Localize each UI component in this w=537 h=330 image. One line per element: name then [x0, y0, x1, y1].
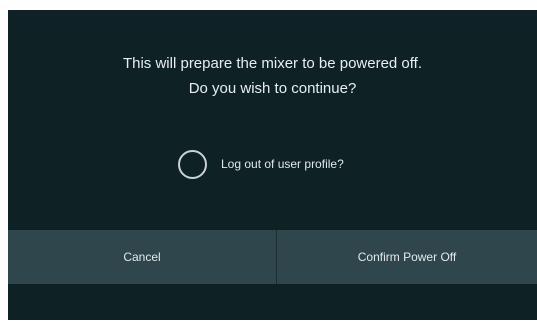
- cancel-button[interactable]: Cancel: [8, 230, 276, 284]
- power-off-dialog: This will prepare the mixer to be powere…: [8, 10, 537, 320]
- logout-option-label: Log out of user profile?: [221, 157, 344, 171]
- logout-radio-button[interactable]: [178, 149, 207, 179]
- dialog-message: This will prepare the mixer to be powere…: [8, 51, 537, 101]
- confirm-power-off-button[interactable]: Confirm Power Off: [277, 230, 537, 284]
- message-line-2: Do you wish to continue?: [188, 80, 357, 97]
- dialog-button-row: Cancel Confirm Power Off: [8, 230, 537, 284]
- logout-option[interactable]: Log out of user profile?: [178, 147, 344, 181]
- message-line-1: This will prepare the mixer to be powere…: [122, 55, 423, 72]
